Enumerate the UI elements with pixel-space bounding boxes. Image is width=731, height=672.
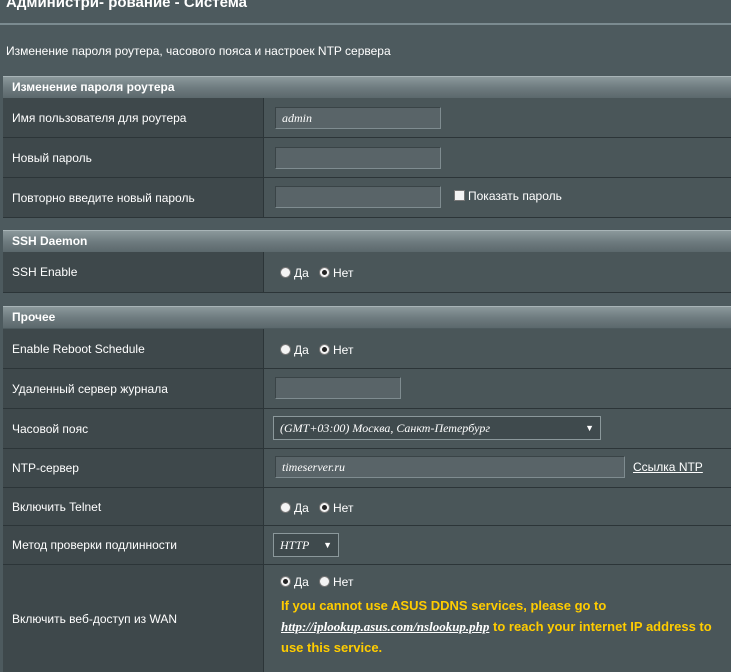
ntp-link[interactable]: Ссылка NTP — [633, 460, 703, 474]
telnet-yes-option[interactable]: Да — [280, 500, 309, 515]
ntp-server-value-cell: timeserver.ru Ссылка NTP — [264, 449, 731, 487]
chevron-down-icon: ▼ — [323, 540, 332, 550]
ssh-yes-label: Да — [294, 265, 309, 280]
username-label: Имя пользователя для роутера — [3, 98, 264, 137]
new-password-label: Новый пароль — [3, 138, 264, 177]
timezone-label: Часовой пояс — [3, 409, 264, 448]
row-wan-access: Включить веб-доступ из WAN Да Нет If you… — [3, 565, 731, 672]
timezone-value-cell: (GMT+03:00) Москва, Санкт-Петербург ▼ — [264, 409, 731, 448]
telnet-label: Включить Telnet — [3, 488, 264, 525]
wan-yes-label: Да — [294, 574, 309, 589]
chevron-down-icon: ▼ — [585, 423, 594, 433]
telnet-no-radio[interactable] — [319, 502, 330, 514]
page-subtitle: Изменение пароля роутера, часового пояса… — [6, 44, 391, 58]
ssh-yes-option[interactable]: Да — [280, 265, 309, 280]
ssh-yes-radio[interactable] — [280, 267, 291, 279]
ntp-server-label: NTP-сервер — [3, 449, 264, 487]
page-title: Администри- рование - Система — [6, 0, 247, 11]
reboot-no-label: Нет — [333, 342, 354, 357]
wan-no-label: Нет — [333, 574, 354, 589]
reboot-no-radio[interactable] — [319, 344, 330, 356]
new-password-input[interactable] — [275, 147, 441, 169]
username-input[interactable]: admin — [275, 107, 441, 129]
reboot-no-option[interactable]: Нет — [319, 342, 353, 357]
row-username: Имя пользователя для роутера admin — [3, 98, 731, 138]
timezone-selected-value: (GMT+03:00) Москва, Санкт-Петербург — [280, 421, 491, 435]
row-new-password: Новый пароль — [3, 138, 731, 178]
repeat-password-value-cell: Показать пароль — [264, 178, 731, 217]
username-value-cell: admin — [264, 98, 731, 137]
remote-log-label: Удаленный сервер журнала — [3, 369, 264, 408]
wan-yes-radio[interactable] — [280, 576, 291, 588]
reboot-yes-radio[interactable] — [280, 344, 291, 356]
title-divider — [0, 23, 731, 25]
auth-method-select[interactable]: HTTP ▼ — [273, 533, 339, 557]
telnet-no-label: Нет — [333, 500, 354, 515]
reboot-schedule-label: Enable Reboot Schedule — [3, 329, 264, 368]
wan-no-option[interactable]: Нет — [319, 574, 353, 589]
show-password-option[interactable]: Показать пароль — [454, 188, 562, 203]
wan-yes-option[interactable]: Да — [280, 574, 309, 589]
ssh-no-label: Нет — [333, 265, 354, 280]
row-auth-method: Метод проверки подлинности HTTP ▼ — [3, 526, 731, 565]
wan-access-label: Включить веб-доступ из WAN — [3, 565, 264, 672]
reboot-yes-option[interactable]: Да — [280, 342, 309, 357]
wan-access-value-cell: Да Нет If you cannot use ASUS DDNS servi… — [264, 565, 731, 672]
remote-log-input[interactable] — [275, 377, 401, 399]
row-reboot-schedule: Enable Reboot Schedule Да Нет — [3, 329, 731, 369]
ssh-enable-value-cell: Да Нет — [264, 252, 731, 292]
ntp-server-input[interactable]: timeserver.ru — [275, 456, 625, 478]
section-header-ssh: SSH Daemon — [3, 230, 731, 252]
show-password-label: Показать пароль — [468, 188, 562, 203]
telnet-no-option[interactable]: Нет — [319, 500, 353, 515]
ddns-warning: If you cannot use ASUS DDNS services, pl… — [281, 595, 731, 658]
section-header-misc: Прочее — [3, 306, 731, 328]
telnet-yes-radio[interactable] — [280, 502, 291, 514]
ddns-warning-prefix: If you cannot use ASUS DDNS services, pl… — [281, 598, 607, 613]
row-timezone: Часовой пояс (GMT+03:00) Москва, Санкт-П… — [3, 409, 731, 449]
row-telnet: Включить Telnet Да Нет — [3, 488, 731, 526]
remote-log-value-cell — [264, 369, 731, 408]
timezone-select[interactable]: (GMT+03:00) Москва, Санкт-Петербург ▼ — [273, 416, 601, 440]
repeat-password-input[interactable] — [275, 186, 441, 208]
repeat-password-label: Повторно введите новый пароль — [3, 178, 264, 217]
auth-method-value-cell: HTTP ▼ — [264, 526, 731, 564]
telnet-yes-label: Да — [294, 500, 309, 515]
auth-method-label: Метод проверки подлинности — [3, 526, 264, 564]
reboot-yes-label: Да — [294, 342, 309, 357]
row-ntp-server: NTP-сервер timeserver.ru Ссылка NTP — [3, 449, 731, 488]
section-header-password: Изменение пароля роутера — [3, 76, 731, 98]
ssh-no-option[interactable]: Нет — [319, 265, 353, 280]
ssh-no-radio[interactable] — [319, 267, 330, 279]
show-password-checkbox[interactable] — [454, 190, 465, 202]
wan-no-radio[interactable] — [319, 576, 330, 588]
reboot-schedule-value-cell: Да Нет — [264, 329, 731, 368]
row-ssh-enable: SSH Enable Да Нет — [3, 252, 731, 293]
row-remote-log: Удаленный сервер журнала — [3, 369, 731, 409]
iplookup-link[interactable]: http://iplookup.asus.com/nslookup.php — [281, 619, 489, 634]
auth-method-selected-value: HTTP — [280, 538, 310, 552]
new-password-value-cell — [264, 138, 731, 177]
ssh-enable-label: SSH Enable — [3, 252, 264, 292]
row-repeat-password: Повторно введите новый пароль Показать п… — [3, 178, 731, 218]
telnet-value-cell: Да Нет — [264, 488, 731, 525]
